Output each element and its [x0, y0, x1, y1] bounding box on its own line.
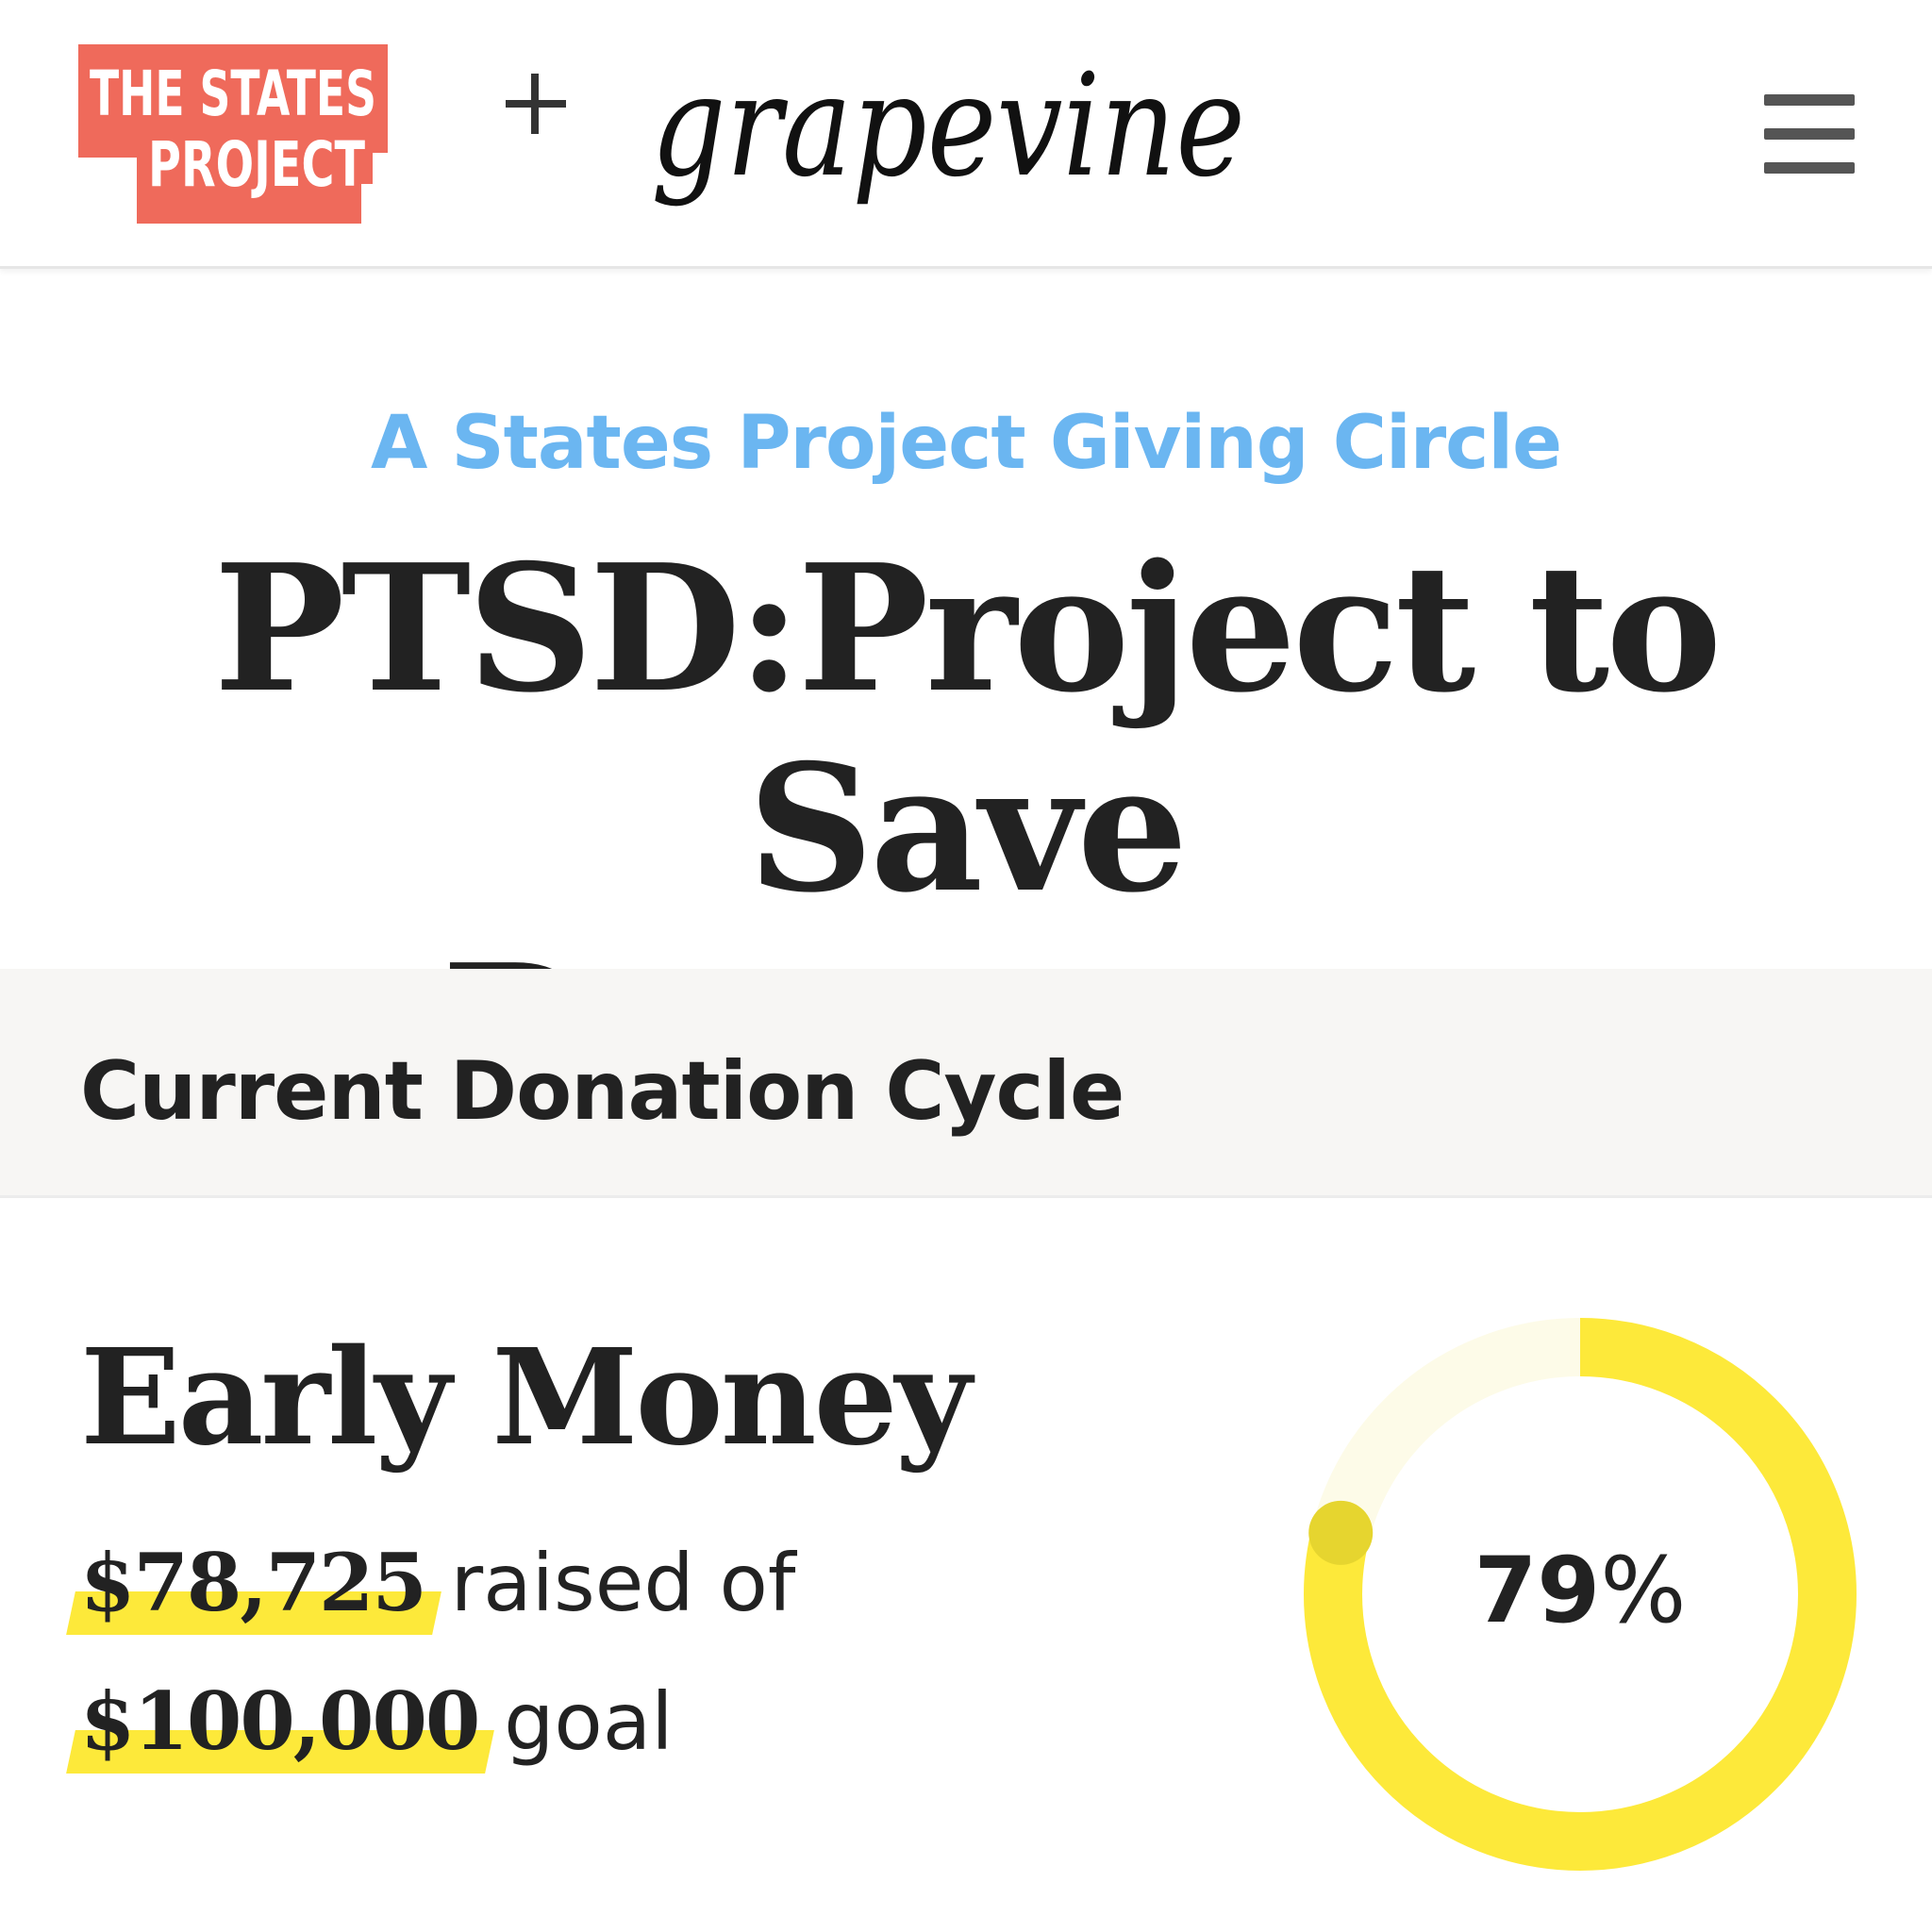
- grapevine-logo-text: grapevine: [651, 57, 1245, 208]
- page: THE STATES PROJECT grapevine A States Pr…: [0, 0, 1932, 1932]
- logo-line-1: THE STATES: [90, 58, 376, 130]
- raised-suffix: raised of: [450, 1537, 796, 1629]
- progress-number: 79: [1474, 1538, 1601, 1643]
- raised-line: $78,725 raised of: [80, 1536, 795, 1629]
- page-title-line-1: PTSD:Project to Save: [213, 525, 1722, 931]
- section-title: Current Donation Cycle: [80, 1044, 1124, 1139]
- goal-amount: $100,000: [80, 1674, 480, 1768]
- logo-line-2: PROJECT: [148, 128, 365, 201]
- donation-cycle-section: Current Donation Cycle: [0, 969, 1932, 1198]
- hamburger-menu-icon[interactable]: [1764, 94, 1855, 174]
- progress-percent-sign: %: [1600, 1538, 1687, 1643]
- grapevine-logo[interactable]: grapevine: [641, 44, 1255, 245]
- goal-line: $100,000 goal: [80, 1674, 674, 1768]
- raised-amount: $78,725: [80, 1536, 427, 1629]
- goal-suffix: goal: [504, 1675, 674, 1768]
- campaign-title: Early Money: [80, 1321, 972, 1475]
- site-header: THE STATES PROJECT grapevine: [0, 0, 1932, 269]
- progress-percentage: 79%: [1302, 1538, 1858, 1643]
- giving-circle-label: A States Project Giving Circle: [370, 401, 1562, 486]
- plus-icon: [498, 66, 574, 142]
- states-project-logo[interactable]: THE STATES PROJECT: [78, 44, 390, 224]
